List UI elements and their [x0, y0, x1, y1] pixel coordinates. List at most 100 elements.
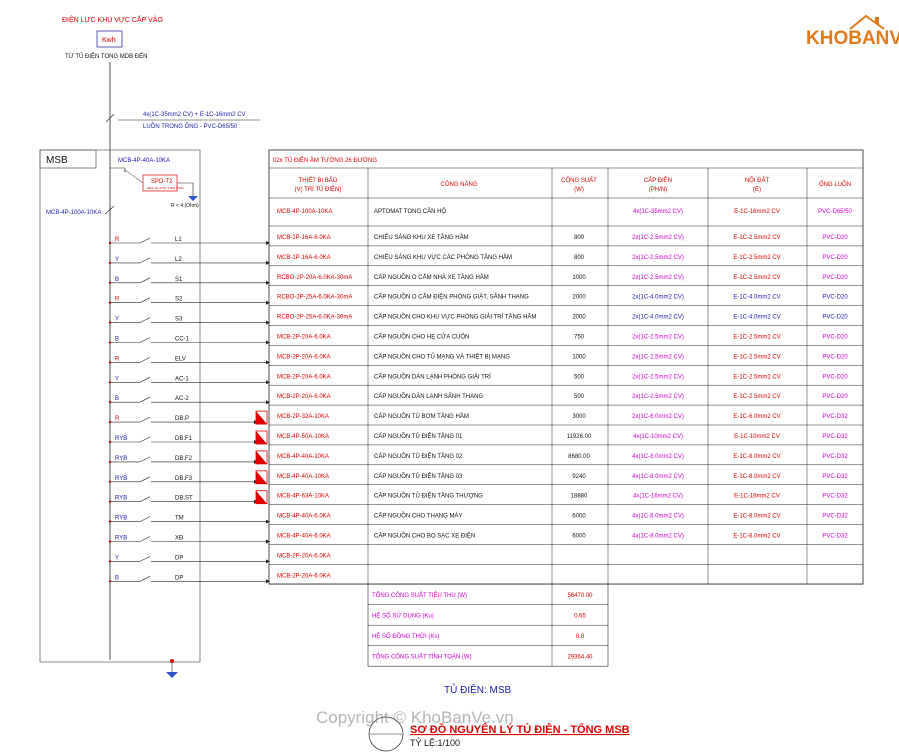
circuit-name: DP — [175, 575, 183, 581]
main-row-earth: E-1C-16mm2 CV — [734, 209, 780, 215]
circuit-name: CC-1 — [175, 337, 190, 343]
row-function: CẤP NGUỒN TỦ ĐIỆN TẦNG 03 — [374, 472, 463, 480]
row-device: MCB-2P-20A-6.0KA — [277, 573, 331, 579]
header-conduit: ỐNG LUỒN — [819, 181, 851, 188]
row-device: MCB-4P-40A-6.0KA — [277, 514, 331, 520]
row-earth: E-1C-10mm2 CV — [734, 434, 780, 440]
circuit-name: ELV — [175, 356, 186, 362]
summary-value: 56470.00 — [567, 593, 593, 599]
row-earth: E-1C-8.0mm2 CV — [733, 514, 780, 520]
table-row: RCBO-2P-25A-6.0KA-30mA CẤP NGUỒN CHO KHU … — [277, 314, 848, 321]
earth-label: R < 4 (Ohm) — [171, 203, 199, 209]
row-cable: 4x(1C-8.0mm2 CV) — [632, 454, 684, 460]
row-device: MCB-2P-32A-10KA — [277, 414, 329, 420]
row-function: CẤP NGUỒN CHO TỦ MẠNG VÀ THIẾT BỊ MẠNG — [374, 353, 510, 360]
row-conduit: PVC-D20 — [822, 335, 848, 341]
kwh-meter-label: Kwh — [102, 37, 116, 44]
row-conduit: PVC-D20 — [822, 315, 848, 321]
breaker-contact — [139, 416, 151, 423]
row-cable: 2x(1C-2.5mm2 CV) — [632, 235, 684, 241]
row-cable: 2x(1C-6.0mm2 CV) — [632, 414, 684, 420]
breaker-contact — [139, 516, 151, 522]
breaker-contact — [139, 436, 151, 443]
row-device: MCB-2P-20A-6.0KA — [277, 354, 331, 360]
row-device: MCB-2P-20A-6.0KA — [277, 335, 331, 341]
table-row: MCB-2P-20A-6.0KA — [277, 573, 331, 579]
breaker-contact — [139, 377, 151, 383]
row-conduit: PVC-D32 — [822, 474, 848, 480]
circuit-branch: Y L2 — [108, 257, 270, 265]
row-earth: E-1C-16mm2 CV — [734, 494, 780, 500]
circuit-phase: B — [115, 337, 119, 343]
row-earth: E-1C-4.0mm2 CV — [733, 295, 780, 301]
row-function: CẤP NGUỒN CHO HẸ CỬA CUỐN — [374, 334, 469, 341]
row-cable: 4x(1C-8.0mm2 CV) — [632, 534, 684, 540]
circuit-branch: R S2 — [108, 297, 270, 305]
circuit-branch: B S1 — [108, 277, 270, 285]
row-earth: E-1C-2.5mm2 CV — [733, 235, 780, 241]
earth-icon — [188, 196, 198, 201]
circuit-branch: B DP — [108, 575, 270, 584]
row-earth: E-1C-2.5mm2 CV — [733, 275, 780, 281]
circuit-phase: RYB — [115, 476, 127, 482]
row-device: MCB-1P-16A-6.0KA — [277, 235, 331, 241]
header-power-1: CÔNG SUẤT — [561, 177, 597, 184]
row-conduit: PVC-D32 — [822, 434, 848, 440]
circuit-branch: R L1 — [108, 237, 270, 245]
circuit-phase: Y — [115, 555, 119, 561]
circuit-name: S1 — [175, 277, 183, 283]
row-cable: 4x(1C-8.0mm2 CV) — [632, 514, 684, 520]
row-function: CẤP NGUỒN TỦ ĐIỆN TẦNG THƯỢNG — [374, 492, 483, 500]
header-cable-2: (PH/N) — [649, 187, 667, 193]
table-row: MCB-1P-16A-6.0KA CHIẾU SÁNG KHU XE TẦNG H… — [277, 234, 848, 241]
row-earth: E-1C-8.0mm2 CV — [733, 474, 780, 480]
circuit-branch: Y DP — [108, 555, 270, 564]
main-row-conduit: PVC-D65/50 — [818, 209, 852, 215]
table-header: THIẾT BỊ BẢO (V) TRÍ TỦ ĐIỆN) CÔNG NĂNG … — [295, 176, 851, 193]
row-cable: 4x(1C-10mm2 CV) — [633, 434, 683, 440]
drawing-scale: TỶ LỆ:1/100 — [410, 737, 460, 748]
circuit-phase: RYB — [115, 456, 127, 462]
row-power: 3000 — [572, 414, 586, 420]
logo-house-icon — [849, 14, 885, 30]
circuit-name: XĐ — [175, 536, 184, 542]
main-row-cable: 4x(1C-35mm2 CV) — [633, 209, 683, 215]
row-power: 9240 — [572, 474, 586, 480]
row-conduit: PVC-D20 — [822, 354, 848, 360]
row-function: CẤP NGUỒN DÀN LẠNH PHÒNG GIẢI TRÍ — [374, 373, 491, 380]
circuit-name: TM — [175, 516, 184, 522]
circuit-phase: R — [115, 237, 120, 243]
header-earth-1: NỐI ĐẤT — [745, 177, 770, 184]
row-cable: 4x(1C-16mm2 CV) — [633, 494, 683, 500]
row-earth: E-1C-2.5mm2 CV — [733, 394, 780, 400]
circuit-name: DB.F1 — [175, 436, 193, 442]
circuit-branch: Y AC-1 — [108, 376, 270, 385]
circuit-branch: RYB DB.ST — [108, 490, 268, 505]
summary-block: TỔNG CÔNG SUẤT TIÊU THỤ (W) 56470.00 HỆ SỐ… — [367, 583, 609, 667]
circuit-branch: B CC-1 — [108, 337, 270, 345]
table-row: MCB-4P-40A-6.0KA CẤP NGUỒN CHO BỌ SẠC XE … — [277, 532, 848, 540]
summary-label: TỔNG CÔNG SUẤT TIÊU THỤ (W) — [372, 591, 467, 599]
main-row-function: APTOMAT TONG CĂN HỘ — [374, 208, 446, 215]
row-power: 800 — [574, 235, 585, 241]
row-conduit: PVC-D32 — [822, 494, 848, 500]
row-function: CẤP NGUỒN DÀN LẠNH SẢNH THANG — [374, 393, 483, 400]
circuit-branch: B AC-2 — [108, 396, 270, 405]
circuit-phase: Y — [115, 376, 119, 382]
row-device: MCB-4P-50A-10KA — [277, 434, 329, 440]
circuit-phase: R — [115, 356, 120, 362]
row-cable: 2x(1C-4.0mm2 CV) — [632, 295, 684, 301]
circuit-name: S2 — [175, 297, 183, 303]
summary-label: TỔNG CÔNG SUẤT TÍNH TOÁN (W) — [372, 654, 472, 661]
circuit-branch: RYB DB.F1 — [108, 430, 268, 445]
circuit-phase: B — [115, 396, 119, 402]
circuit-phase: B — [115, 277, 119, 283]
row-power: 11926.00 — [567, 434, 592, 440]
table-caption: 02x TỦ ĐIỆN ÂM TƯỜNG 26 ĐƯỜNG — [273, 156, 377, 164]
circuit-name: DB.F3 — [175, 476, 193, 482]
summary-label: HỆ SỐ SỬ DỤNG (Ku) — [372, 612, 434, 620]
table-row: MCB-4P-63A-10KA CẤP NGUỒN TỦ ĐIỆN TẦNG TH… — [277, 492, 848, 500]
breaker-contact — [139, 257, 151, 264]
row-device: MCB-2P-20A-6.0KA — [277, 374, 331, 380]
row-function: CẤP NGUỒN CHO KHU VỰC PHÒNG GIẢI TRÍ TẦN… — [374, 314, 536, 321]
